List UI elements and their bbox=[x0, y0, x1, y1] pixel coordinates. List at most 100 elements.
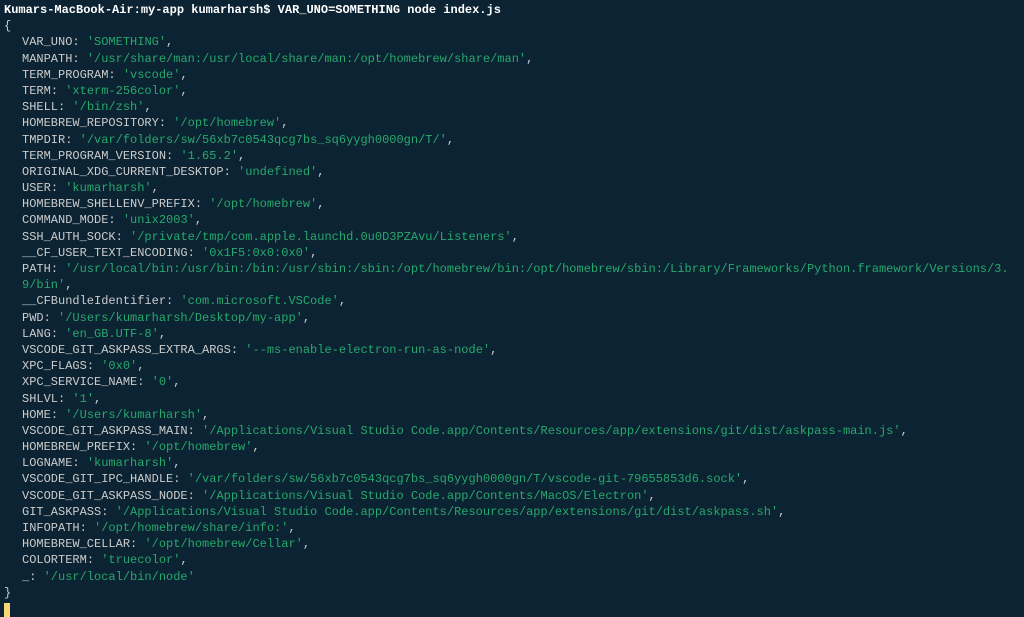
env-entry: SHELL: '/bin/zsh', bbox=[4, 99, 1020, 115]
env-key: TERM_PROGRAM_VERSION bbox=[22, 149, 166, 163]
terminal-output[interactable]: Kumars-MacBook-Air:my-app kumarharsh$ VA… bbox=[4, 2, 1020, 617]
env-entry: TERM_PROGRAM_VERSION: '1.65.2', bbox=[4, 148, 1020, 164]
env-value: 'xterm-256color' bbox=[65, 84, 180, 98]
env-entry: VSCODE_GIT_ASKPASS_MAIN: '/Applications/… bbox=[4, 423, 1020, 439]
env-value: '0x0' bbox=[101, 359, 137, 373]
env-value: 'SOMETHING' bbox=[87, 35, 166, 49]
close-brace: } bbox=[4, 585, 1020, 601]
env-entry: VSCODE_GIT_ASKPASS_NODE: '/Applications/… bbox=[4, 488, 1020, 504]
env-key: HOMEBREW_CELLAR bbox=[22, 537, 130, 551]
env-key: PWD bbox=[22, 311, 44, 325]
env-key: INFOPATH bbox=[22, 521, 80, 535]
env-value: '/usr/local/bin:/usr/bin:/bin:/usr/sbin:… bbox=[22, 262, 1009, 292]
env-key: TERM_PROGRAM bbox=[22, 68, 108, 82]
env-value: '/Applications/Visual Studio Code.app/Co… bbox=[202, 424, 901, 438]
env-value: 'kumarharsh' bbox=[65, 181, 151, 195]
prompt-host: Kumars-MacBook-Air bbox=[4, 3, 134, 17]
env-key: __CF_USER_TEXT_ENCODING bbox=[22, 246, 188, 260]
env-entry: MANPATH: '/usr/share/man:/usr/local/shar… bbox=[4, 51, 1020, 67]
env-value: 'en_GB.UTF-8' bbox=[65, 327, 159, 341]
env-key: TMPDIR bbox=[22, 133, 65, 147]
env-key: HOMEBREW_SHELLENV_PREFIX bbox=[22, 197, 195, 211]
env-entry: SSH_AUTH_SOCK: '/private/tmp/com.apple.l… bbox=[4, 229, 1020, 245]
env-entry: VSCODE_GIT_ASKPASS_EXTRA_ARGS: '--ms-ena… bbox=[4, 342, 1020, 358]
env-value: '/bin/zsh' bbox=[72, 100, 144, 114]
env-value: '/opt/homebrew' bbox=[144, 440, 252, 454]
env-key: VSCODE_GIT_ASKPASS_MAIN bbox=[22, 424, 188, 438]
env-key: SSH_AUTH_SOCK bbox=[22, 230, 116, 244]
env-key: XPC_FLAGS bbox=[22, 359, 87, 373]
env-key: MANPATH bbox=[22, 52, 72, 66]
command-text: VAR_UNO=SOMETHING node index.js bbox=[278, 3, 501, 17]
env-value: '/opt/homebrew/share/info:' bbox=[94, 521, 288, 535]
env-value: '/opt/homebrew/Cellar' bbox=[144, 537, 302, 551]
env-key: USER bbox=[22, 181, 51, 195]
env-value: '1' bbox=[72, 392, 94, 406]
env-key: SHLVL bbox=[22, 392, 58, 406]
env-value: '/Users/kumarharsh' bbox=[65, 408, 202, 422]
cursor-icon bbox=[4, 603, 10, 617]
env-entry: USER: 'kumarharsh', bbox=[4, 180, 1020, 196]
env-key: TERM bbox=[22, 84, 51, 98]
env-entry: GIT_ASKPASS: '/Applications/Visual Studi… bbox=[4, 504, 1020, 520]
open-brace: { bbox=[4, 18, 1020, 34]
env-entry: INFOPATH: '/opt/homebrew/share/info:', bbox=[4, 520, 1020, 536]
env-value: 'kumarharsh' bbox=[87, 456, 173, 470]
env-key: HOMEBREW_PREFIX bbox=[22, 440, 130, 454]
env-value: '/opt/homebrew' bbox=[209, 197, 317, 211]
env-entry: PATH: '/usr/local/bin:/usr/bin:/bin:/usr… bbox=[4, 261, 1020, 293]
env-value: '/Applications/Visual Studio Code.app/Co… bbox=[116, 505, 779, 519]
env-key: SHELL bbox=[22, 100, 58, 114]
env-entry: TERM: 'xterm-256color', bbox=[4, 83, 1020, 99]
env-value: '1.65.2' bbox=[180, 149, 238, 163]
env-value: 'com.microsoft.VSCode' bbox=[180, 294, 338, 308]
env-entry: LOGNAME: 'kumarharsh', bbox=[4, 455, 1020, 471]
env-value: '/private/tmp/com.apple.launchd.0u0D3PZA… bbox=[130, 230, 512, 244]
env-key: HOME bbox=[22, 408, 51, 422]
env-value: '/opt/homebrew' bbox=[173, 116, 281, 130]
env-value: 'vscode' bbox=[123, 68, 181, 82]
env-value: '/var/folders/sw/56xb7c0543qcg7bs_sq6yyg… bbox=[80, 133, 447, 147]
env-entry: HOME: '/Users/kumarharsh', bbox=[4, 407, 1020, 423]
env-key: HOMEBREW_REPOSITORY bbox=[22, 116, 159, 130]
env-entry: XPC_SERVICE_NAME: '0', bbox=[4, 374, 1020, 390]
env-entry: LANG: 'en_GB.UTF-8', bbox=[4, 326, 1020, 342]
env-entry: ORIGINAL_XDG_CURRENT_DESKTOP: 'undefined… bbox=[4, 164, 1020, 180]
env-value: '/usr/local/bin/node' bbox=[44, 570, 195, 584]
env-entry: HOMEBREW_PREFIX: '/opt/homebrew', bbox=[4, 439, 1020, 455]
env-key: COLORTERM bbox=[22, 553, 87, 567]
env-entry: __CF_USER_TEXT_ENCODING: '0x1F5:0x0:0x0'… bbox=[4, 245, 1020, 261]
prompt-user: kumarharsh bbox=[191, 3, 263, 17]
env-key: PATH bbox=[22, 262, 51, 276]
env-value: 'unix2003' bbox=[123, 213, 195, 227]
env-key: VSCODE_GIT_ASKPASS_NODE bbox=[22, 489, 188, 503]
env-entry: HOMEBREW_CELLAR: '/opt/homebrew/Cellar', bbox=[4, 536, 1020, 552]
env-entry: HOMEBREW_SHELLENV_PREFIX: '/opt/homebrew… bbox=[4, 196, 1020, 212]
env-key: LANG bbox=[22, 327, 51, 341]
env-entry: VSCODE_GIT_IPC_HANDLE: '/var/folders/sw/… bbox=[4, 471, 1020, 487]
env-entry: TERM_PROGRAM: 'vscode', bbox=[4, 67, 1020, 83]
env-key: VSCODE_GIT_ASKPASS_EXTRA_ARGS bbox=[22, 343, 231, 357]
env-entry: _: '/usr/local/bin/node' bbox=[4, 569, 1020, 585]
env-value: 'truecolor' bbox=[101, 553, 180, 567]
cursor-line bbox=[4, 601, 1020, 617]
env-entry: TMPDIR: '/var/folders/sw/56xb7c0543qcg7b… bbox=[4, 132, 1020, 148]
env-entry: COMMAND_MODE: 'unix2003', bbox=[4, 212, 1020, 228]
env-key: LOGNAME bbox=[22, 456, 72, 470]
env-value: 'undefined' bbox=[238, 165, 317, 179]
env-entry: SHLVL: '1', bbox=[4, 391, 1020, 407]
env-entries: VAR_UNO: 'SOMETHING',MANPATH: '/usr/shar… bbox=[4, 34, 1020, 584]
env-entry: __CFBundleIdentifier: 'com.microsoft.VSC… bbox=[4, 293, 1020, 309]
prompt-folder: my-app bbox=[141, 3, 184, 17]
env-value: '0x1F5:0x0:0x0' bbox=[202, 246, 310, 260]
env-key: COMMAND_MODE bbox=[22, 213, 108, 227]
env-key: ORIGINAL_XDG_CURRENT_DESKTOP bbox=[22, 165, 224, 179]
env-value: '/var/folders/sw/56xb7c0543qcg7bs_sq6yyg… bbox=[188, 472, 743, 486]
prompt-line: Kumars-MacBook-Air:my-app kumarharsh$ VA… bbox=[4, 2, 1020, 18]
env-entry: HOMEBREW_REPOSITORY: '/opt/homebrew', bbox=[4, 115, 1020, 131]
env-key: VAR_UNO bbox=[22, 35, 72, 49]
env-entry: COLORTERM: 'truecolor', bbox=[4, 552, 1020, 568]
env-entry: VAR_UNO: 'SOMETHING', bbox=[4, 34, 1020, 50]
env-value: '--ms-enable-electron-run-as-node' bbox=[245, 343, 490, 357]
env-key: GIT_ASKPASS bbox=[22, 505, 101, 519]
